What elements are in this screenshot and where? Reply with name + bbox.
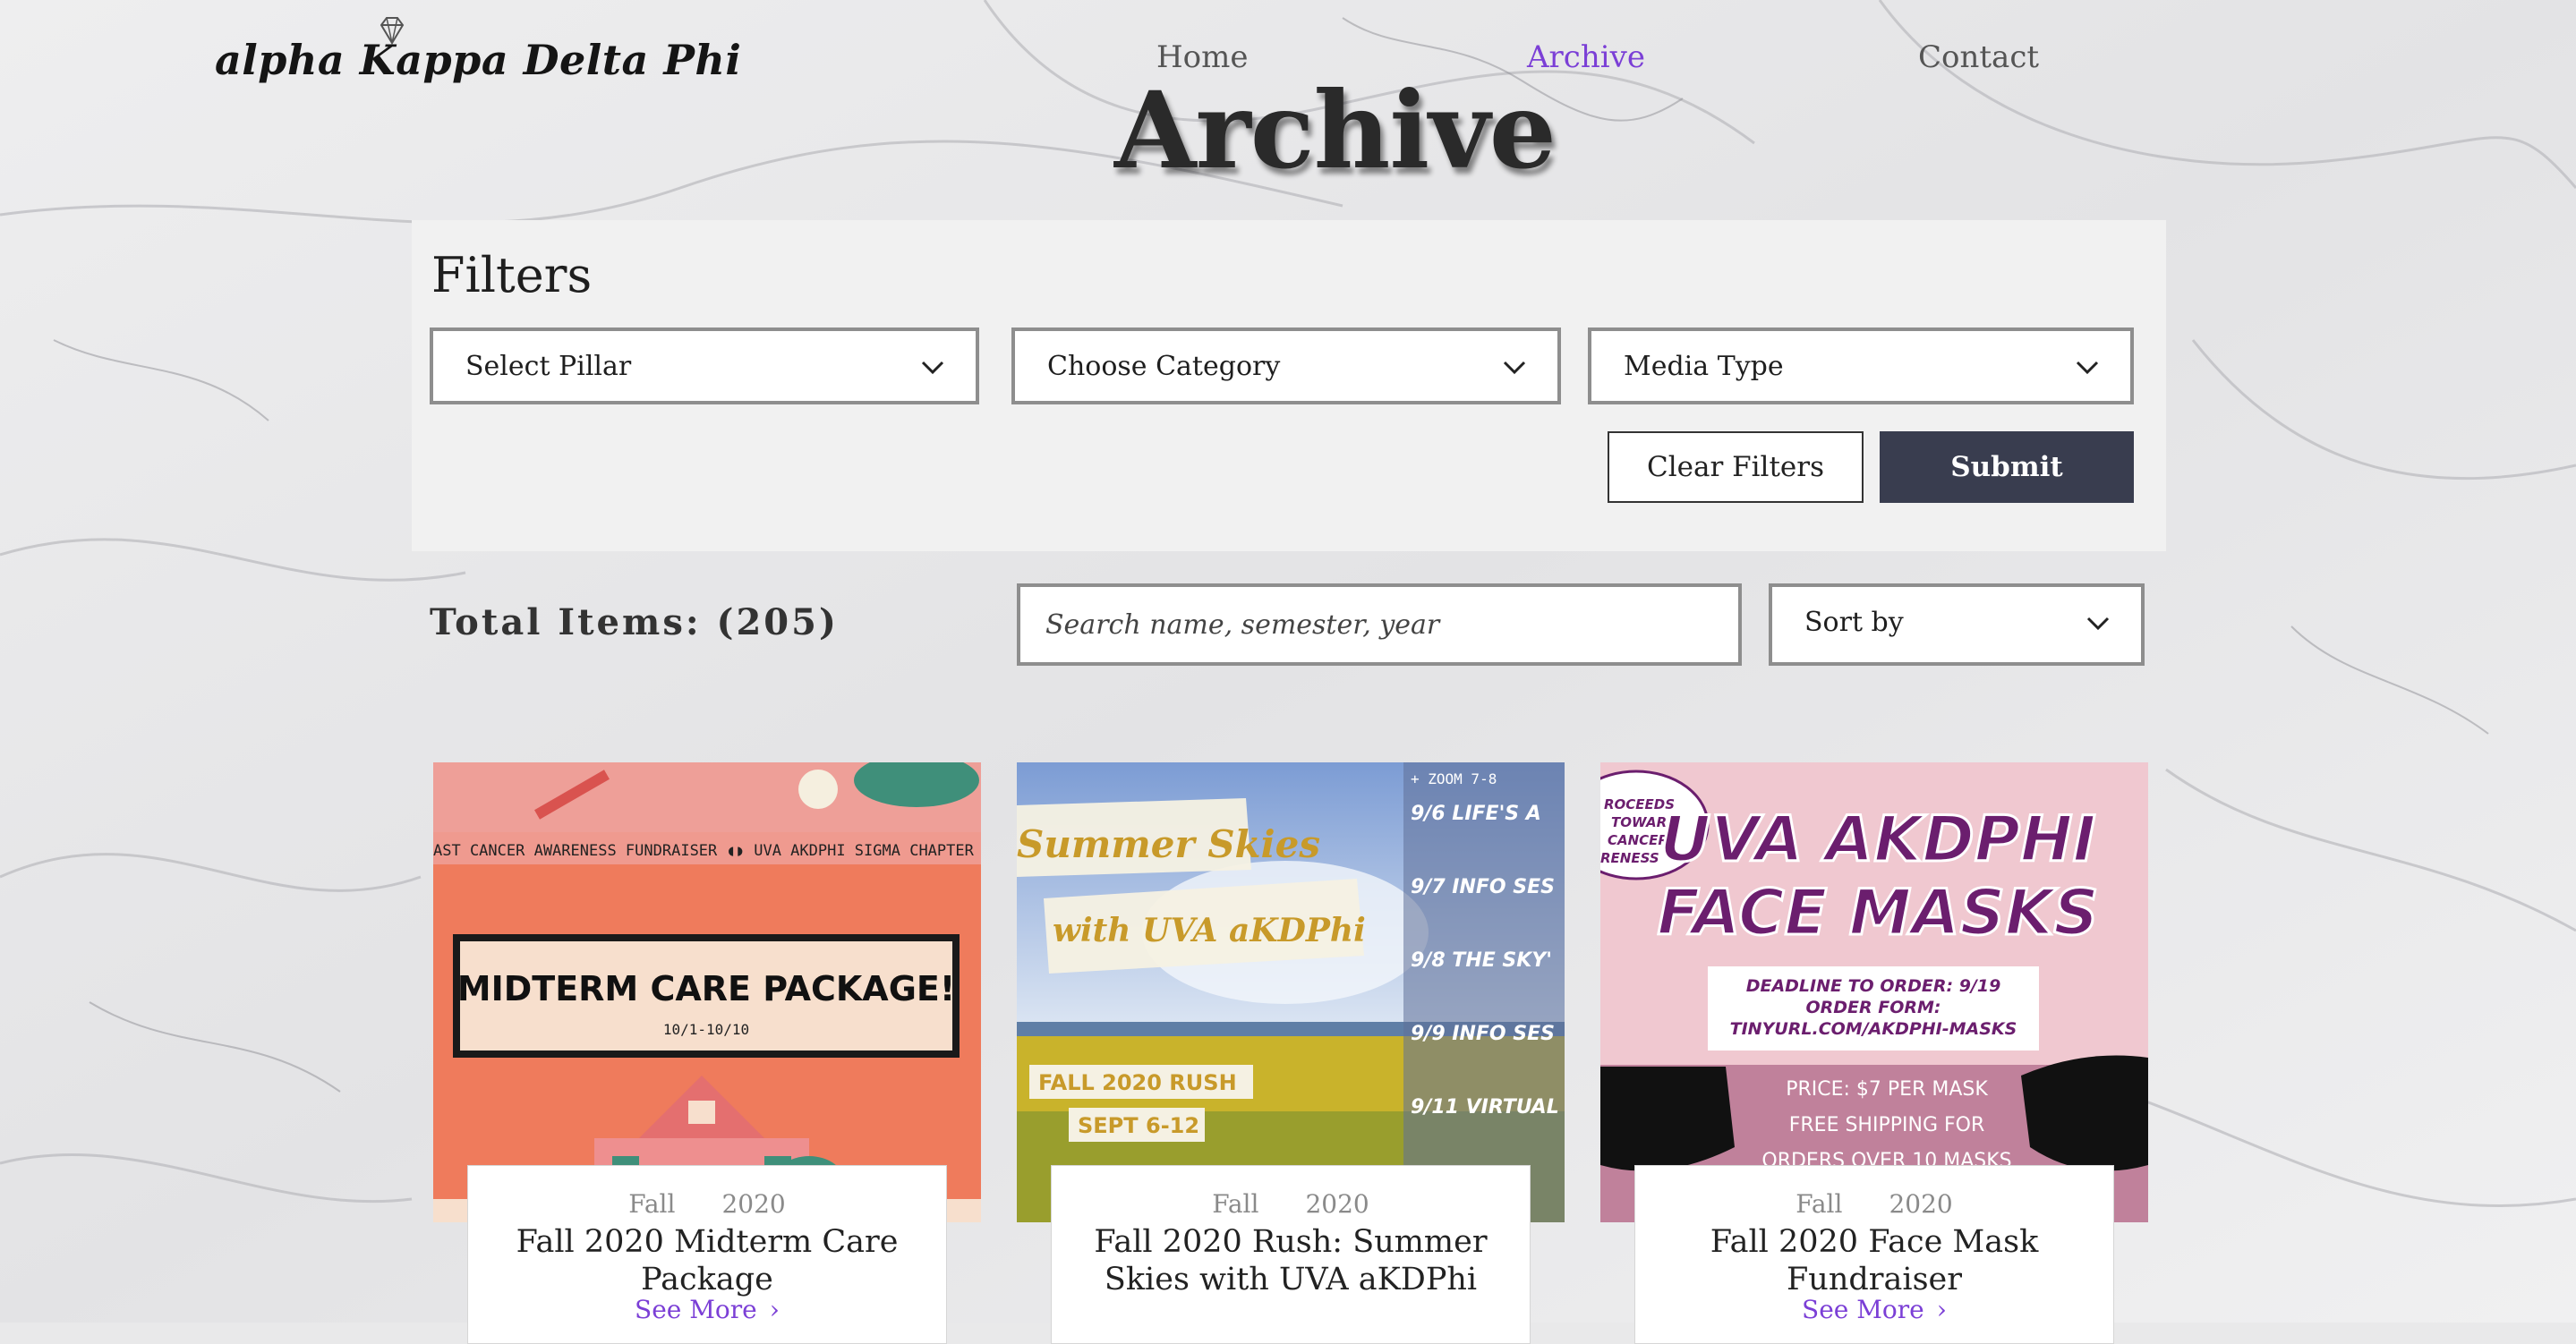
nav-contact[interactable]: Contact (1918, 39, 2039, 75)
site-logo[interactable]: alpha Kappa Delta Phi (215, 36, 741, 84)
card-image-headline1: UVA AKDPHI (1659, 803, 2095, 876)
page-title: Archive (1114, 68, 1557, 192)
card-image-tag2: SEPT 6-12 (1078, 1113, 1199, 1138)
card-title[interactable]: Fall 2020 Rush: Summer Skies with UVA aK… (1061, 1223, 1521, 1298)
see-more-link[interactable]: See More › (468, 1295, 946, 1324)
card-info: Fall 2020 Fall 2020 Face Mask Fundraiser … (1634, 1165, 2114, 1344)
card-image-schedule-2: 9/7 INFO SES (1411, 876, 1555, 898)
archive-card[interactable]: ROCEEDS TOWARD CANCER RENESS UVA AKDPHI … (1600, 762, 2148, 1344)
card-image-schedule-1: 9/6 LIFE'S A (1411, 803, 1541, 825)
card-meta: Fall 2020 (1052, 1189, 1530, 1219)
media-type-dropdown-label: Media Type (1624, 351, 1784, 382)
card-image[interactable]: Summer Skies with UVA aKDPhi FALL 2020 R… (1017, 762, 1565, 1222)
filters-panel: Filters Select Pillar Choose Category Me… (412, 220, 2166, 551)
see-more-label: See More (635, 1295, 757, 1324)
card-image-order-1: DEADLINE TO ORDER: 9/19 (1746, 976, 2001, 996)
card-meta: Fall 2020 (468, 1189, 946, 1219)
filters-title: Filters (431, 247, 593, 303)
card-image-banner: AST CANCER AWARENESS FUNDRAISER ◖◗ UVA A… (433, 842, 975, 860)
see-more-label: See More (1802, 1295, 1924, 1324)
card-year: 2020 (1889, 1189, 1953, 1219)
see-more-link[interactable]: See More › (1635, 1295, 2113, 1324)
card-info: Fall 2020 Fall 2020 Rush: Summer Skies wi… (1051, 1165, 1531, 1344)
chevron-right-icon: › (769, 1295, 780, 1324)
chevron-down-icon (1503, 361, 1526, 375)
card-image-order-2: ORDER FORM: (1805, 998, 1941, 1017)
card-image-shipping: FREE SHIPPING FOR (1789, 1114, 1985, 1136)
card-image-ribbon1: Summer Skies (1017, 822, 1320, 866)
card-image-bubble-4: RENESS (1600, 850, 1659, 866)
total-items-label: Total Items: (205) (430, 601, 839, 643)
card-image-dates: 10/1-10/10 (663, 1021, 749, 1038)
card-image[interactable]: ROCEEDS TOWARD CANCER RENESS UVA AKDPHI … (1600, 762, 2148, 1222)
media-type-dropdown[interactable]: Media Type (1588, 327, 2134, 404)
card-image-price: PRICE: $7 PER MASK (1786, 1078, 1988, 1101)
category-dropdown[interactable]: Choose Category (1011, 327, 1561, 404)
card-semester: Fall (1212, 1189, 1259, 1219)
clear-filters-button[interactable]: Clear Filters (1608, 431, 1864, 503)
card-year: 2020 (721, 1189, 786, 1219)
card-image-ribbon2: with UVA aKDPhi (1053, 912, 1366, 949)
card-image-schedule-header: + ZOOM 7-8 (1411, 770, 1497, 787)
card-image-schedule-3: 9/8 THE SKY' (1411, 949, 1552, 972)
submit-button[interactable]: Submit (1880, 431, 2134, 503)
chevron-right-icon: › (1936, 1295, 1947, 1324)
category-dropdown-label: Choose Category (1047, 351, 1281, 382)
pillar-dropdown[interactable]: Select Pillar (430, 327, 979, 404)
card-image-order-3: TINYURL.COM/AKDPHI-MASKS (1730, 1019, 2017, 1039)
sort-dropdown-label: Sort by (1804, 607, 1904, 638)
card-meta: Fall 2020 (1635, 1189, 2113, 1219)
chevron-down-icon (921, 361, 944, 375)
pillar-dropdown-label: Select Pillar (465, 351, 632, 382)
diamond-icon (380, 17, 405, 45)
card-image[interactable]: AST CANCER AWARENESS FUNDRAISER ◖◗ UVA A… (433, 762, 981, 1222)
card-year: 2020 (1305, 1189, 1369, 1219)
archive-card[interactable]: AST CANCER AWARENESS FUNDRAISER ◖◗ UVA A… (433, 762, 981, 1344)
card-semester: Fall (628, 1189, 676, 1219)
archive-card[interactable]: Summer Skies with UVA aKDPhi FALL 2020 R… (1017, 762, 1565, 1344)
card-title[interactable]: Fall 2020 Face Mask Fundraiser (1644, 1223, 2104, 1298)
card-image-tag1: FALL 2020 RUSH (1038, 1070, 1237, 1095)
card-image-headline2: FACE MASKS (1657, 876, 2098, 949)
chevron-down-icon (2076, 361, 2099, 375)
card-image-schedule-5: 9/11 VIRTUAL (1411, 1096, 1559, 1119)
search-input[interactable] (1017, 583, 1742, 666)
card-info: Fall 2020 Fall 2020 Midterm Care Package … (467, 1165, 947, 1344)
card-semester: Fall (1796, 1189, 1843, 1219)
card-image-schedule-4: 9/9 INFO SES (1411, 1023, 1555, 1045)
card-title[interactable]: Fall 2020 Midterm Care Package (477, 1223, 937, 1298)
sort-dropdown[interactable]: Sort by (1769, 583, 2145, 666)
chevron-down-icon (2086, 617, 2110, 631)
card-image-headline: MIDTERM CARE PACKAGE! (457, 969, 955, 1008)
